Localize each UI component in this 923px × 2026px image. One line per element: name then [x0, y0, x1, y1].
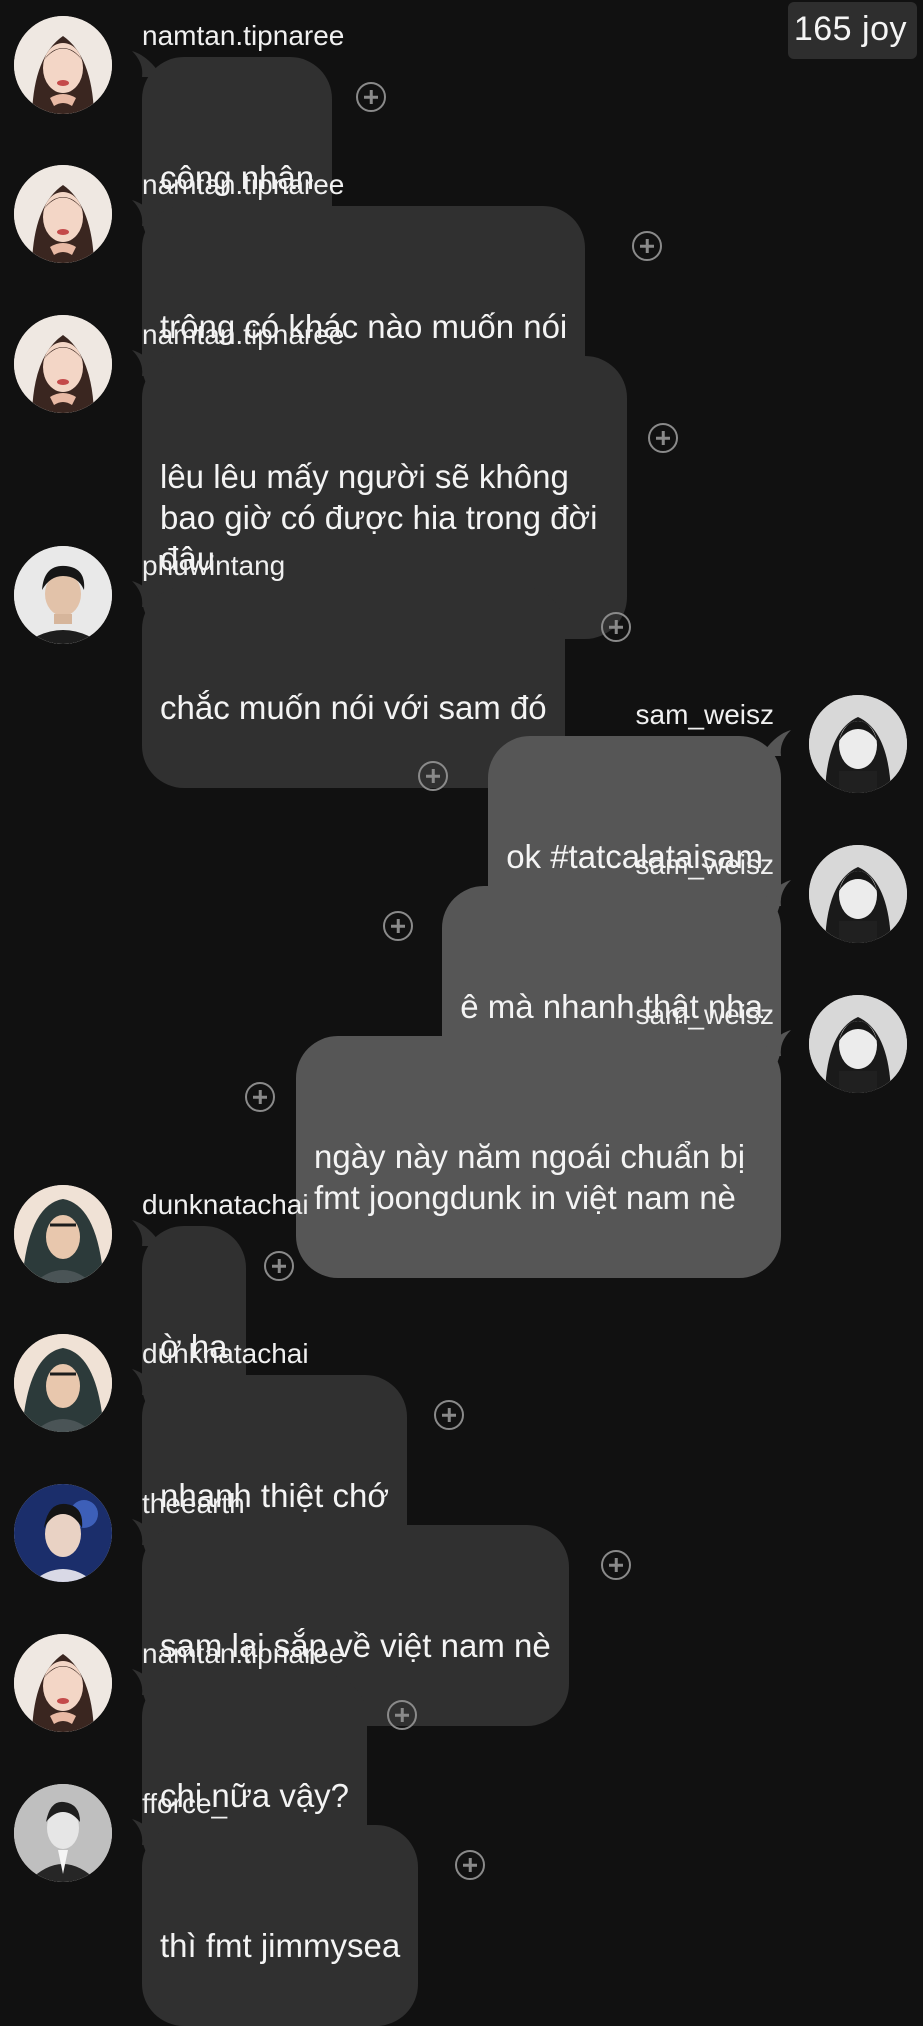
avatar-man-icon[interactable]	[14, 546, 112, 644]
avatar-woman-bw-icon[interactable]	[809, 695, 907, 793]
avatar-man-scarf-icon[interactable]	[14, 1334, 112, 1432]
message-username[interactable]: dunknatachai	[142, 1189, 309, 1221]
avatar-man-scarf-icon[interactable]	[14, 1185, 112, 1283]
add-reaction-icon[interactable]	[455, 1850, 485, 1880]
message-username[interactable]: fforce_	[142, 1788, 227, 1820]
avatar-woman-bw-icon[interactable]	[809, 845, 907, 943]
message-text: ngày này năm ngoái chuẩn bị fmt joongdun…	[314, 1138, 746, 1216]
message-bubble[interactable]: thì fmt jimmysea	[132, 1819, 419, 2026]
avatar-woman-icon[interactable]	[14, 165, 112, 263]
add-reaction-icon[interactable]	[245, 1082, 275, 1112]
message-username[interactable]: dunknatachai	[142, 1338, 309, 1370]
add-reaction-icon[interactable]	[648, 423, 678, 453]
message-username[interactable]: phuwintang	[142, 550, 285, 582]
message-text: chắc muốn nói với sam đó	[160, 689, 547, 726]
message-text: thì fmt jimmysea	[160, 1927, 401, 1964]
avatar-woman-icon[interactable]	[14, 16, 112, 114]
watermark-label: 165 joy	[787, 2, 917, 59]
add-reaction-icon[interactable]	[264, 1251, 294, 1281]
message-bubble[interactable]: ngày này năm ngoái chuẩn bị fmt joongdun…	[296, 1030, 791, 1278]
add-reaction-icon[interactable]	[601, 1550, 631, 1580]
message-username[interactable]: namtan.tipnaree	[142, 1638, 344, 1670]
avatar-woman-bw-icon[interactable]	[809, 995, 907, 1093]
message-username[interactable]: namtan.tipnaree	[142, 20, 344, 52]
add-reaction-icon[interactable]	[632, 231, 662, 261]
avatar-woman-icon[interactable]	[14, 315, 112, 413]
add-reaction-icon[interactable]	[383, 911, 413, 941]
message-username[interactable]: theearth	[142, 1488, 245, 1520]
message-username[interactable]: namtan.tipnaree	[142, 319, 344, 351]
message-username[interactable]: sam_weisz	[636, 849, 774, 881]
message-username[interactable]: namtan.tipnaree	[142, 169, 344, 201]
add-reaction-icon[interactable]	[387, 1700, 417, 1730]
message-username[interactable]: sam_weisz	[636, 999, 774, 1031]
add-reaction-icon[interactable]	[601, 612, 631, 642]
avatar-man-bw-icon[interactable]	[14, 1784, 112, 1882]
message-username[interactable]: sam_weisz	[636, 699, 774, 731]
add-reaction-icon[interactable]	[434, 1400, 464, 1430]
add-reaction-icon[interactable]	[356, 82, 386, 112]
avatar-man-blue-icon[interactable]	[14, 1484, 112, 1582]
add-reaction-icon[interactable]	[418, 761, 448, 791]
avatar-woman-icon[interactable]	[14, 1634, 112, 1732]
